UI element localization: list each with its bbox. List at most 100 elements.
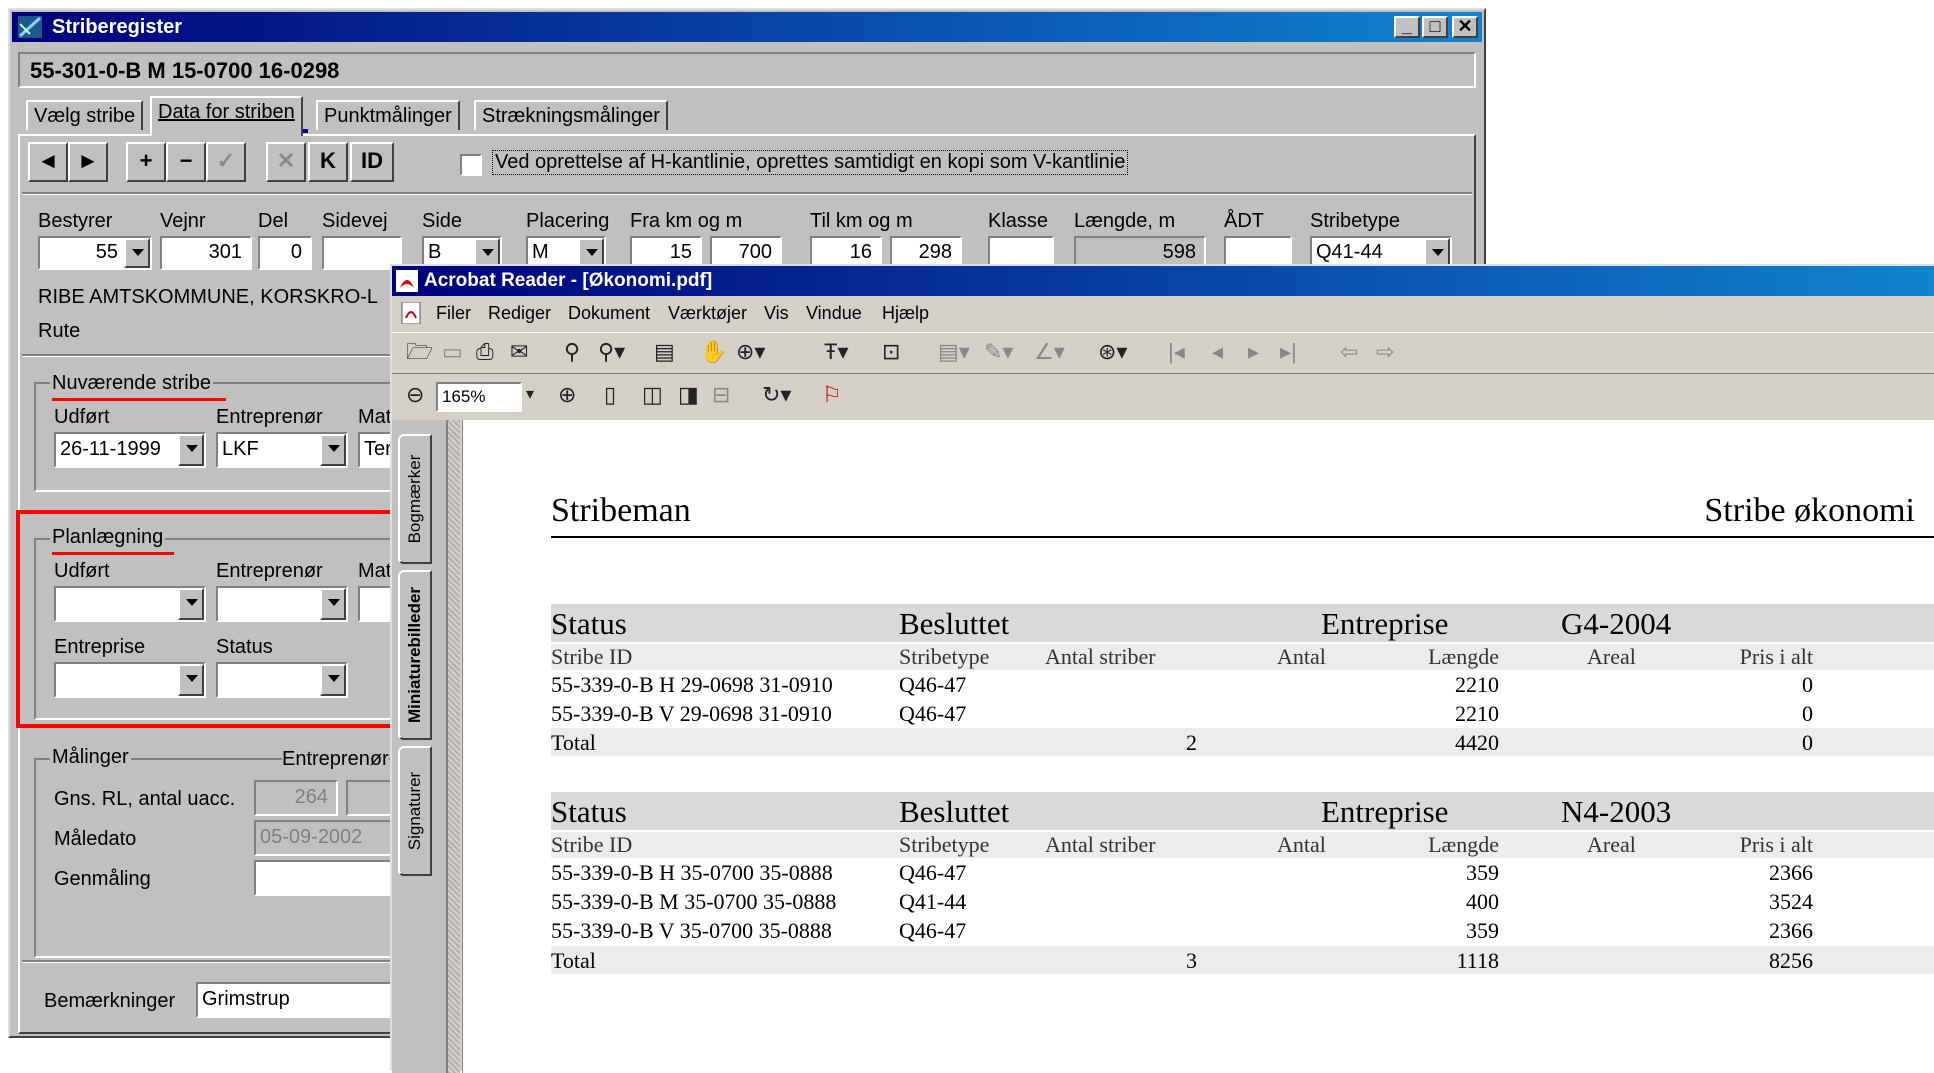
plan-udfoert-label: Udført bbox=[54, 560, 110, 582]
maal-entreprenoer-label: Entreprenør bbox=[282, 748, 389, 771]
snapshot-icon[interactable]: ⊡ bbox=[882, 337, 900, 367]
print-icon[interactable]: ⎙ bbox=[476, 337, 494, 367]
prev-page-icon[interactable]: ◂ bbox=[1212, 337, 1223, 367]
acrobat-online-icon[interactable]: ⚐ bbox=[822, 380, 842, 410]
plan-entreprise-select[interactable] bbox=[54, 662, 206, 698]
id-button[interactable]: ID bbox=[350, 142, 394, 182]
app-icon bbox=[18, 16, 42, 38]
find-icon[interactable]: ⚲ bbox=[564, 337, 580, 367]
s2-col-pris-i-alt: Pris i alt bbox=[1739, 832, 1813, 857]
navigation-pane-icon[interactable]: ▤ bbox=[654, 337, 675, 367]
menu-filer[interactable]: Filer bbox=[436, 296, 471, 330]
note-tool-icon[interactable]: ▤▾ bbox=[938, 337, 970, 367]
nuv-mat-label: Mat bbox=[358, 406, 392, 428]
plan-entreprenoer-label: Entreprenør bbox=[216, 560, 323, 582]
acrobat-window: Acrobat Reader - [Økonomi.pdf] Filer Red… bbox=[390, 264, 1934, 1073]
plan-entreprenoer-select[interactable] bbox=[216, 586, 348, 622]
striberegister-titlebar[interactable]: Striberegister _ □ ✕ bbox=[12, 12, 1482, 42]
hand-tool-icon[interactable]: ✋ bbox=[700, 337, 727, 367]
next-button[interactable]: ► bbox=[68, 142, 108, 182]
nuv-entreprenoer-select[interactable]: LKF bbox=[216, 432, 348, 468]
cancel-button[interactable]: ✕ bbox=[266, 142, 306, 182]
pane-splitter[interactable] bbox=[448, 420, 460, 1073]
vejnr-field[interactable]: 301 bbox=[160, 236, 252, 270]
section-2-header-band bbox=[551, 832, 1934, 858]
section-1-band bbox=[551, 604, 1934, 642]
tab-vaelg-stribe[interactable]: Vælg stribe bbox=[26, 100, 144, 130]
text-select-icon[interactable]: Ŧ▾ bbox=[824, 337, 848, 367]
menu-dokument[interactable]: Dokument bbox=[568, 296, 650, 330]
s1-r2-pris: 0 bbox=[1802, 701, 1813, 726]
s2-r1-pris: 2366 bbox=[1769, 860, 1813, 885]
tab-straekningsmaalinger[interactable]: Strækningsmålinger bbox=[474, 100, 668, 130]
side-tab-miniaturebilleder[interactable]: Miniaturebilleder bbox=[398, 570, 432, 740]
open-icon[interactable]: 🗁 bbox=[406, 337, 433, 367]
rotate-icon[interactable]: ↻▾ bbox=[762, 380, 791, 410]
zoom-field[interactable]: 165% bbox=[436, 382, 522, 412]
section-1-status-label: Status bbox=[551, 606, 627, 641]
s2-col-antal-striber: Antal striber bbox=[1045, 832, 1156, 857]
fit-page-icon[interactable]: ◫ bbox=[642, 380, 663, 410]
zoom-in-tool-icon[interactable]: ⊕▾ bbox=[736, 337, 765, 367]
genmaaling-label: Genmåling bbox=[54, 868, 151, 890]
rl-label: Gns. RL, antal uacc. bbox=[54, 788, 236, 810]
email-icon[interactable]: ✉ bbox=[510, 337, 528, 367]
zoom-dropdown-icon[interactable]: ▾ bbox=[526, 380, 534, 410]
highlight-tool-icon[interactable]: ∠▾ bbox=[1034, 337, 1065, 367]
bemaerkninger-field[interactable]: Grimstrup bbox=[196, 982, 416, 1018]
menu-vindue[interactable]: Vindue bbox=[806, 296, 862, 330]
pencil-tool-icon[interactable]: ✎▾ bbox=[984, 337, 1013, 367]
menu-rediger[interactable]: Rediger bbox=[488, 296, 551, 330]
back-view-icon[interactable]: ⇦ bbox=[1340, 337, 1358, 367]
k-button[interactable]: K bbox=[308, 142, 348, 182]
next-page-icon[interactable]: ▸ bbox=[1248, 337, 1259, 367]
copy-checkbox[interactable] bbox=[460, 154, 482, 176]
confirm-button[interactable]: ✓ bbox=[206, 142, 246, 182]
add-button[interactable]: + bbox=[126, 142, 166, 182]
nuv-udfoert-select[interactable]: 26-11-1999 bbox=[54, 432, 206, 468]
search-icon[interactable]: ⚲▾ bbox=[598, 337, 625, 367]
bestyrer-dropdown-button[interactable] bbox=[124, 238, 150, 268]
first-page-icon[interactable]: |◂ bbox=[1168, 337, 1185, 367]
record-id: 55-301-0-B M 15-0700 16-0298 bbox=[30, 58, 340, 83]
menu-vaerktoejer[interactable]: Værktøjer bbox=[668, 296, 747, 330]
side-tab-bogmaerker[interactable]: Bogmærker bbox=[398, 434, 432, 564]
fit-visible-icon[interactable]: ⊟ bbox=[712, 380, 730, 410]
side-tab-signaturer[interactable]: Signaturer bbox=[398, 746, 432, 876]
web-capture-icon[interactable]: ⊛▾ bbox=[1098, 337, 1127, 367]
s2-r3-pris: 2366 bbox=[1769, 918, 1813, 943]
s1-total-label: Total bbox=[551, 730, 596, 755]
plan-status-select[interactable] bbox=[216, 662, 348, 698]
bemaerkninger-label: Bemærkninger bbox=[44, 990, 176, 1012]
last-page-icon[interactable]: ▸| bbox=[1280, 337, 1297, 367]
tab-punktmaalinger[interactable]: Punktmålinger bbox=[316, 100, 460, 130]
bestyrer-select[interactable]: 55 bbox=[38, 236, 152, 270]
pdf-page: Stribeman Stribe økonomi Status Beslutte… bbox=[462, 420, 1934, 1073]
save-icon[interactable]: ▭ bbox=[442, 337, 463, 367]
zoom-in-icon[interactable]: ⊕ bbox=[558, 380, 576, 410]
s2-col-antal: Antal bbox=[1277, 832, 1326, 857]
adt-label: ÅDT bbox=[1224, 210, 1264, 232]
record-id-bar: 55-301-0-B M 15-0700 16-0298 bbox=[18, 52, 1476, 88]
s2-total-antal-striber: 3 bbox=[1186, 948, 1197, 973]
acrobat-titlebar[interactable]: Acrobat Reader - [Økonomi.pdf] bbox=[392, 266, 1934, 296]
prev-button[interactable]: ◄ bbox=[28, 142, 68, 182]
plan-udfoert-select[interactable] bbox=[54, 586, 206, 622]
s2-r2-pris: 3524 bbox=[1769, 889, 1813, 914]
menu-vis[interactable]: Vis bbox=[764, 296, 789, 330]
delete-button[interactable]: − bbox=[166, 142, 206, 182]
maximize-button[interactable]: □ bbox=[1422, 16, 1448, 38]
zoom-out-icon[interactable]: ⊖ bbox=[406, 380, 424, 410]
tab-data-for-striben[interactable]: Data for striben bbox=[150, 96, 303, 136]
acrobat-title: Acrobat Reader - [Økonomi.pdf] bbox=[424, 270, 713, 291]
close-button[interactable]: ✕ bbox=[1452, 16, 1478, 38]
minimize-button[interactable]: _ bbox=[1394, 16, 1420, 38]
del-field[interactable]: 0 bbox=[258, 236, 312, 270]
fit-width-icon[interactable]: ◨ bbox=[678, 380, 699, 410]
actual-size-icon[interactable]: ▯ bbox=[604, 380, 616, 410]
s1-r2-laengde: 2210 bbox=[1455, 701, 1499, 726]
col-antal: Antal bbox=[1277, 644, 1326, 669]
s2-r2-id: 55-339-0-B M 35-0700 35-0888 bbox=[551, 889, 837, 914]
menu-hjaelp[interactable]: Hjælp bbox=[882, 296, 929, 330]
forward-view-icon[interactable]: ⇨ bbox=[1376, 337, 1394, 367]
